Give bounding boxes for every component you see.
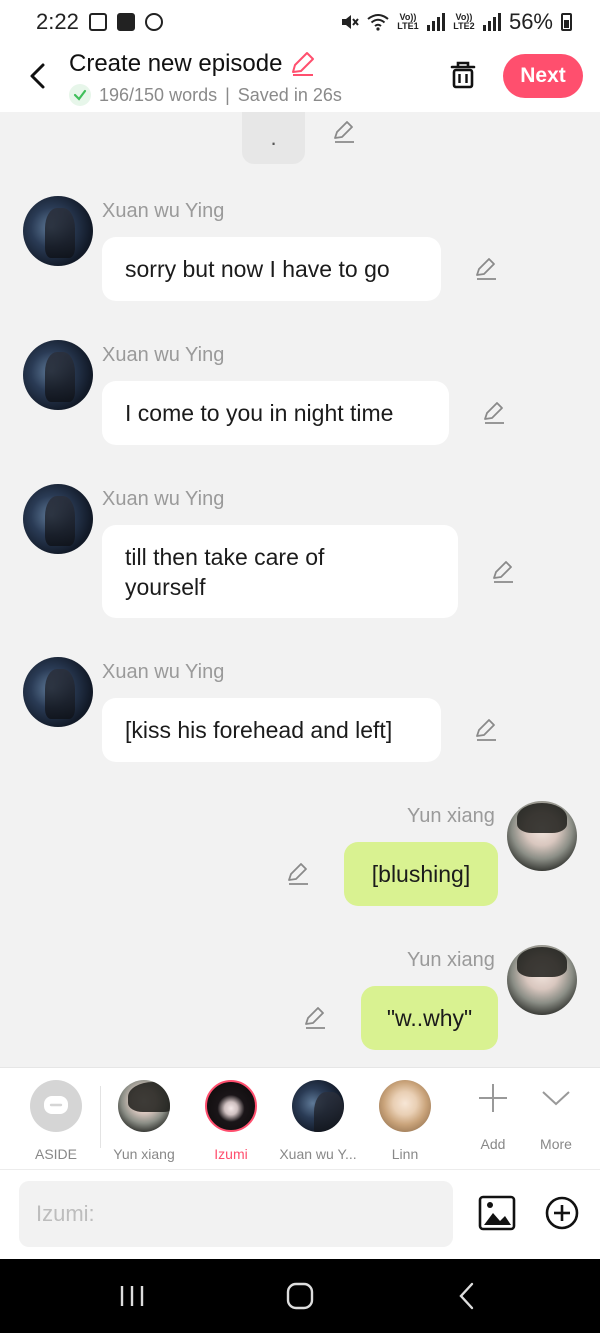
sender-name: Xuan wu Ying [102, 344, 225, 366]
sender-name: Xuan wu Ying [102, 200, 225, 222]
message-bubble[interactable]: . [242, 112, 305, 164]
sender-name: Xuan wu Ying [102, 488, 225, 510]
plus-icon [479, 1084, 507, 1112]
avatar-xuan-wu-ying[interactable] [23, 657, 93, 727]
character-label: Xuan wu Y... [279, 1146, 357, 1162]
edit-message-icon[interactable] [286, 862, 310, 886]
message-bubble[interactable]: [blushing] [344, 842, 498, 906]
chat-area[interactable]: . Xuan wu Ying sorry but now I have to g… [0, 112, 600, 1067]
avatar-linn [379, 1080, 431, 1132]
check-box-icon [116, 13, 135, 31]
chevron-down-icon [542, 1091, 570, 1106]
edit-message-icon[interactable] [332, 120, 356, 144]
sender-name: Xuan wu Ying [102, 661, 225, 683]
delete-button[interactable] [446, 58, 480, 92]
character-xuan-wu-ying[interactable]: Xuan wu Y... [274, 1080, 362, 1162]
edit-title-icon[interactable] [288, 50, 316, 78]
edit-message-icon[interactable] [491, 560, 515, 584]
recent-apps-icon [120, 1286, 144, 1306]
character-yun-xiang[interactable]: Yun xiang [100, 1080, 188, 1162]
trash-icon [450, 61, 476, 89]
character-label: Yun xiang [113, 1146, 175, 1162]
character-aside[interactable]: ASIDE [12, 1080, 100, 1162]
save-status: Saved in 26s [237, 84, 342, 105]
avatar-xuan-wu-ying [292, 1080, 344, 1132]
message-input[interactable] [19, 1181, 453, 1247]
signal-icon [482, 13, 501, 31]
edit-message-icon[interactable] [474, 718, 498, 742]
home-icon [286, 1282, 314, 1310]
more-label: More [540, 1136, 572, 1152]
system-back-button[interactable] [452, 1281, 484, 1311]
avatar-xuan-wu-ying[interactable] [23, 196, 93, 266]
phone-app-icon [144, 13, 163, 31]
character-izumi[interactable]: Izumi [187, 1080, 275, 1162]
saved-check-icon [69, 84, 91, 106]
edit-message-icon[interactable] [482, 401, 506, 425]
image-icon [478, 1195, 516, 1231]
message-bubble[interactable]: sorry but now I have to go [102, 237, 441, 301]
avatar-yun-xiang [118, 1080, 170, 1132]
avatar-izumi [205, 1080, 257, 1132]
aside-icon [30, 1080, 82, 1132]
message-bubble[interactable]: "w..why" [361, 986, 498, 1050]
mute-icon [341, 15, 359, 29]
status-bar: 2:22 Vo)) LTE1 Vo)) LTE2 56% [0, 0, 600, 44]
message-bubble[interactable]: till then take care of yourself [102, 525, 458, 618]
status-time: 2:22 [36, 9, 79, 34]
message-bubble[interactable]: [kiss his forehead and left] [102, 698, 441, 762]
home-button[interactable] [284, 1281, 316, 1311]
word-count: 196/150 words [99, 84, 218, 105]
battery-icon [561, 13, 572, 31]
character-label: Linn [391, 1146, 419, 1162]
add-button[interactable] [543, 1194, 581, 1232]
character-label: Izumi [214, 1146, 248, 1162]
message-bubble[interactable]: I come to you in night time [102, 381, 449, 445]
header: Create new episode 196/150 words | Saved… [0, 44, 600, 112]
lte1-label: Vo)) LTE1 [397, 12, 419, 31]
next-button[interactable]: Next [503, 54, 583, 98]
edit-message-icon[interactable] [303, 1006, 327, 1030]
insert-image-button[interactable] [478, 1194, 516, 1232]
character-label: ASIDE [34, 1146, 77, 1162]
avatar-yun-xiang[interactable] [507, 945, 577, 1015]
sender-name: Yun xiang [407, 949, 495, 971]
gallery-icon [88, 13, 107, 31]
input-bar [0, 1169, 600, 1259]
add-label: Add [480, 1136, 506, 1152]
character-bar: ASIDE Yun xiang Izumi Xuan wu Y... Linn … [0, 1067, 600, 1169]
lte2-label: Vo)) LTE2 [453, 12, 475, 31]
back-icon [459, 1282, 474, 1310]
chevron-left-icon [30, 63, 45, 89]
more-button[interactable]: More [512, 1082, 600, 1152]
avatar-xuan-wu-ying[interactable] [23, 340, 93, 410]
sender-name: Yun xiang [407, 805, 495, 827]
character-linn[interactable]: Linn [361, 1080, 449, 1162]
back-button[interactable] [22, 58, 52, 94]
system-nav-bar [0, 1259, 600, 1333]
battery-percent: 56% [508, 9, 553, 34]
avatar-yun-xiang[interactable] [507, 801, 577, 871]
signal-icon [426, 13, 445, 31]
separator: | [225, 84, 230, 105]
page-title: Create new episode [69, 50, 283, 77]
recent-apps-button[interactable] [116, 1281, 148, 1311]
wifi-icon [367, 14, 389, 31]
avatar-xuan-wu-ying[interactable] [23, 484, 93, 554]
edit-message-icon[interactable] [474, 257, 498, 281]
plus-circle-icon [545, 1196, 579, 1230]
